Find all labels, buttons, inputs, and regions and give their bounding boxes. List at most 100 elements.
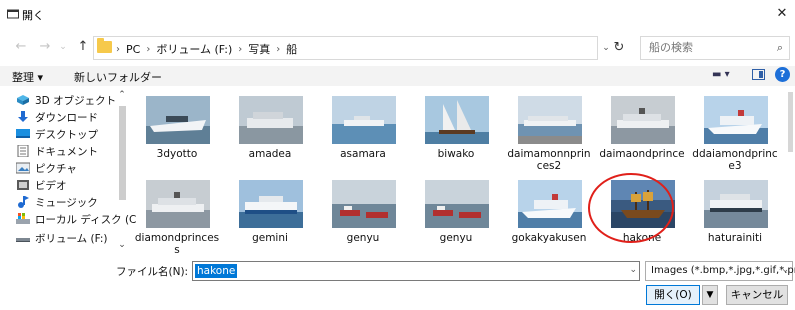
refresh-button[interactable]: ↻ (607, 36, 631, 60)
3d-objects-icon (17, 95, 29, 105)
help-button[interactable]: ? (775, 67, 790, 82)
filetype-value: Images (*.bmp,*.jpg,*.gif,*.png) (651, 265, 795, 276)
chevron-right-icon: › (276, 43, 281, 55)
back-button[interactable]: ← (10, 36, 32, 58)
file-grid: 3dyotto amadea asamara biwako daimamonnprinc… (132, 88, 795, 256)
file-thumbnail (704, 96, 768, 144)
file-thumbnail (425, 96, 489, 144)
file-name: daimaondprince (599, 148, 685, 160)
filename-field[interactable]: hakone ⌄ (192, 261, 640, 281)
file-name: genyu (346, 232, 380, 244)
file-thumbnail (425, 180, 489, 228)
open-button[interactable]: 開く(O) (646, 285, 700, 305)
address-bar[interactable]: › PC › ボリューム (F:) › 写真 › 船 (93, 36, 598, 60)
scrollbar-thumb[interactable] (119, 106, 126, 200)
chevron-down-icon: ⌄ (781, 265, 789, 275)
organize-button[interactable]: 整理 ▾ (12, 69, 43, 85)
file-name: haturainiti (707, 232, 763, 244)
forward-button[interactable]: → (34, 36, 56, 58)
red-highlight-circle (588, 173, 674, 243)
breadcrumb-item-ships[interactable]: 船 (286, 41, 297, 57)
file-item[interactable]: 3dyotto (138, 92, 216, 170)
triangle-down-icon: ▼ (706, 290, 714, 300)
file-item[interactable]: asamara (324, 92, 402, 170)
music-icon (18, 196, 29, 208)
arrow-left-icon: ← (15, 39, 27, 54)
file-grid-scrollbar[interactable] (788, 92, 793, 152)
chevron-down-icon[interactable]: ⌄ (629, 265, 637, 275)
open-options-button[interactable]: ▼ (702, 285, 718, 305)
file-thumbnail (239, 96, 303, 144)
file-item[interactable]: genyu (417, 176, 495, 254)
file-name: daimamonnprinces2 (507, 148, 591, 172)
file-thumbnail (146, 180, 210, 228)
breadcrumb-item-photos[interactable]: 写真 (248, 41, 270, 57)
change-view-button[interactable]: ▬ ▾ (712, 69, 730, 80)
chevron-down-icon[interactable]: ⌄ (116, 240, 128, 250)
filetype-select[interactable]: Images (*.bmp,*.jpg,*.gif,*.png) ⌄ (645, 261, 795, 281)
cancel-button[interactable]: キャンセル (726, 285, 788, 305)
nav-item-pictures[interactable]: ピクチャ (16, 160, 77, 176)
navigation-pane: 3D オブジェクト ダウンロード デスクトップ ドキュメント ピクチャ ビデオ … (0, 88, 136, 256)
file-item[interactable]: gokakyakusen (510, 176, 588, 254)
file-item[interactable]: gemini (231, 176, 309, 254)
video-icon (17, 180, 29, 190)
file-item[interactable]: biwako (417, 92, 495, 170)
chevron-right-icon: › (238, 43, 243, 55)
nav-item-music[interactable]: ミュージック (16, 194, 98, 210)
local-disk-icon (16, 213, 30, 224)
search-input[interactable] (649, 41, 759, 54)
refresh-icon: ↻ (613, 40, 625, 55)
file-name: asamara (340, 148, 386, 160)
file-item[interactable]: haturainiti (696, 176, 774, 254)
help-icon: ? (779, 69, 786, 80)
file-name: genyu (439, 232, 473, 244)
file-thumbnail (611, 96, 675, 144)
file-thumbnail (518, 96, 582, 144)
arrow-right-icon: → (39, 39, 51, 54)
nav-scrollbar[interactable]: ⌃ ⌄ (116, 88, 128, 256)
breadcrumb-item-pc[interactable]: PC (126, 43, 140, 56)
file-name: ddaiamondprince3 (692, 148, 778, 172)
chevron-right-icon: › (146, 43, 151, 55)
file-name: biwako (437, 148, 475, 160)
download-icon (18, 111, 28, 122)
preview-pane-button[interactable] (752, 69, 765, 80)
nav-item-videos[interactable]: ビデオ (16, 177, 67, 193)
breadcrumb-item-volume[interactable]: ボリューム (F:) (156, 41, 232, 57)
nav-item-desktop[interactable]: デスクトップ (16, 126, 98, 142)
close-button[interactable]: ✕ (769, 0, 795, 30)
filename-input[interactable]: hakone (195, 264, 238, 278)
file-item[interactable]: daimaondprince (599, 92, 685, 170)
breadcrumb: › PC › ボリューム (F:) › 写真 › 船 (116, 41, 297, 57)
folder-icon (97, 38, 112, 53)
title-bar: 開く ✕ (0, 0, 795, 30)
view-icon: ▬ ▾ (712, 69, 730, 80)
file-item[interactable]: diamondprincess (135, 176, 219, 256)
file-name: 3dyotto (156, 148, 198, 160)
open-dialog-icon (7, 9, 19, 19)
file-name: gemini (252, 232, 288, 244)
nav-item-3d-objects[interactable]: 3D オブジェクト (16, 92, 116, 108)
nav-item-documents[interactable]: ドキュメント (16, 143, 98, 159)
file-item[interactable]: ddaiamondprince3 (692, 92, 778, 172)
file-name: diamondprincess (134, 232, 220, 256)
file-item[interactable]: amadea (231, 92, 309, 170)
up-button[interactable]: ↑ (72, 36, 94, 58)
document-icon (17, 145, 29, 157)
file-thumbnail (146, 96, 210, 144)
search-box[interactable]: ⌕ (640, 36, 790, 60)
recent-locations-button[interactable]: ⌄ (56, 36, 70, 58)
chevron-up-icon[interactable]: ⌃ (116, 90, 128, 100)
pictures-icon (16, 162, 30, 174)
nav-item-downloads[interactable]: ダウンロード (16, 109, 98, 125)
file-item[interactable]: daimamonnprinces2 (507, 92, 591, 172)
command-bar: 整理 ▾ 新しいフォルダー ▬ ▾ ? (0, 66, 795, 86)
nav-item-volume-f[interactable]: ボリューム (F:) (16, 230, 107, 246)
file-thumbnail (332, 180, 396, 228)
new-folder-button[interactable]: 新しいフォルダー (74, 69, 162, 85)
file-item[interactable]: genyu (324, 176, 402, 254)
file-name: gokakyakusen (511, 232, 587, 244)
chevron-right-icon: › (116, 43, 120, 55)
arrow-up-icon: ↑ (77, 39, 89, 54)
